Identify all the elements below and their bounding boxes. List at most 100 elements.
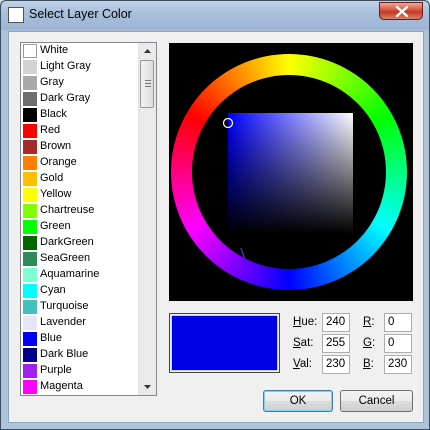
color-swatch <box>23 300 37 314</box>
dialog-client-area: White Light Gray Gray Dark Gray Black Red Brow… <box>8 31 424 423</box>
color-name: Aquamarine <box>40 268 100 280</box>
color-swatch <box>23 188 37 202</box>
cancel-button[interactable]: Cancel <box>340 390 413 412</box>
list-item[interactable]: Turquoise <box>21 299 140 315</box>
list-item[interactable]: Dark Gray <box>21 91 140 107</box>
color-swatch <box>23 220 37 234</box>
color-list-items: White Light Gray Gray Dark Gray Black Red Brow… <box>21 43 140 395</box>
color-name: Yellow <box>40 188 72 200</box>
color-name: SeaGreen <box>40 252 91 264</box>
color-name: Dark Blue <box>40 348 89 360</box>
scroll-down-button[interactable] <box>139 378 156 395</box>
list-item[interactable]: Red <box>21 123 140 139</box>
list-item[interactable]: Light Gray <box>21 59 140 75</box>
color-name: White <box>40 44 69 56</box>
color-swatch <box>23 252 37 266</box>
color-swatch <box>23 140 37 154</box>
sat-label: Sat: <box>293 337 314 349</box>
color-swatch <box>23 76 37 90</box>
app-icon <box>8 7 24 23</box>
hue-label: Hue: <box>293 316 318 328</box>
list-item[interactable]: Yellow <box>21 187 140 203</box>
color-name: Orange <box>40 156 77 168</box>
hue-input[interactable]: 240 <box>322 313 350 332</box>
color-swatch <box>23 348 37 362</box>
color-name: Blue <box>40 332 63 344</box>
list-item[interactable]: White <box>21 43 140 59</box>
color-swatch <box>23 156 37 170</box>
ok-button[interactable]: OK <box>263 390 333 412</box>
color-swatch <box>23 172 37 186</box>
down-arrow-icon <box>144 385 151 389</box>
list-item[interactable]: Dark Blue <box>21 347 140 363</box>
color-name: Purple <box>40 364 72 376</box>
color-swatch <box>23 60 37 74</box>
color-swatch <box>23 108 37 122</box>
color-name: Brown <box>40 140 72 152</box>
list-item[interactable]: Lavender <box>21 315 140 331</box>
red-input[interactable]: 0 <box>384 313 412 332</box>
list-item[interactable]: Gray <box>21 75 140 91</box>
color-swatch <box>23 380 37 394</box>
window-title: Select Layer Color <box>29 7 132 21</box>
b-label: B: <box>363 358 374 370</box>
color-wheel-panel[interactable] <box>169 43 413 301</box>
blue-input[interactable]: 230 <box>384 355 412 374</box>
list-item[interactable]: DarkGreen <box>21 235 140 251</box>
list-item[interactable]: SeaGreen <box>21 251 140 267</box>
color-wheel[interactable] <box>169 43 413 301</box>
color-name: Lavender <box>40 316 86 328</box>
color-name: Light Gray <box>40 60 91 72</box>
color-name: Green <box>40 220 71 232</box>
list-item[interactable]: Magenta <box>21 379 140 395</box>
color-name: Dark Gray <box>40 92 91 104</box>
scroll-up-button[interactable] <box>139 43 156 60</box>
color-swatch <box>23 124 37 138</box>
list-item[interactable]: Gold <box>21 171 140 187</box>
green-input[interactable]: 0 <box>384 334 412 353</box>
color-swatch <box>23 364 37 378</box>
list-item[interactable]: Black <box>21 107 140 123</box>
list-item[interactable]: Brown <box>21 139 140 155</box>
color-list[interactable]: White Light Gray Gray Dark Gray Black Red Brow… <box>20 42 157 396</box>
color-swatch <box>23 92 37 106</box>
color-name: Gold <box>40 172 64 184</box>
color-name: Chartreuse <box>40 204 95 216</box>
color-name: Cyan <box>40 284 66 296</box>
list-item[interactable]: Purple <box>21 363 140 379</box>
scroll-thumb[interactable] <box>140 60 154 108</box>
color-swatch <box>23 236 37 250</box>
list-item[interactable]: Chartreuse <box>21 203 140 219</box>
sat-input[interactable]: 255 <box>322 334 350 353</box>
saturation-value-square[interactable] <box>228 113 353 234</box>
g-label: G: <box>363 337 376 349</box>
color-swatch <box>23 316 37 330</box>
color-swatch <box>23 332 37 346</box>
up-arrow-icon <box>144 49 151 53</box>
color-name: Magenta <box>40 380 83 392</box>
color-name: DarkGreen <box>40 236 94 248</box>
color-preview-swatch <box>171 315 278 371</box>
r-label: R: <box>363 316 375 328</box>
color-name: Gray <box>40 76 64 88</box>
color-name: Turquoise <box>40 300 89 312</box>
color-preview <box>169 313 280 373</box>
list-item[interactable]: Aquamarine <box>21 267 140 283</box>
val-label: Val: <box>293 358 312 370</box>
close-icon <box>395 6 409 17</box>
color-name: Red <box>40 124 61 136</box>
color-swatch <box>23 284 37 298</box>
title-bar[interactable]: Select Layer Color <box>1 1 429 29</box>
color-swatch <box>23 268 37 282</box>
list-scrollbar[interactable] <box>138 43 156 395</box>
list-item[interactable]: Green <box>21 219 140 235</box>
color-swatch <box>23 44 37 58</box>
dialog-window: Select Layer Color White Light Gray Gray Da… <box>0 0 430 430</box>
list-item[interactable]: Orange <box>21 155 140 171</box>
color-name: Black <box>40 108 67 120</box>
list-item[interactable]: Cyan <box>21 283 140 299</box>
color-swatch <box>23 204 37 218</box>
close-button[interactable] <box>379 2 423 20</box>
list-item[interactable]: Blue <box>21 331 140 347</box>
val-input[interactable]: 230 <box>322 355 350 374</box>
